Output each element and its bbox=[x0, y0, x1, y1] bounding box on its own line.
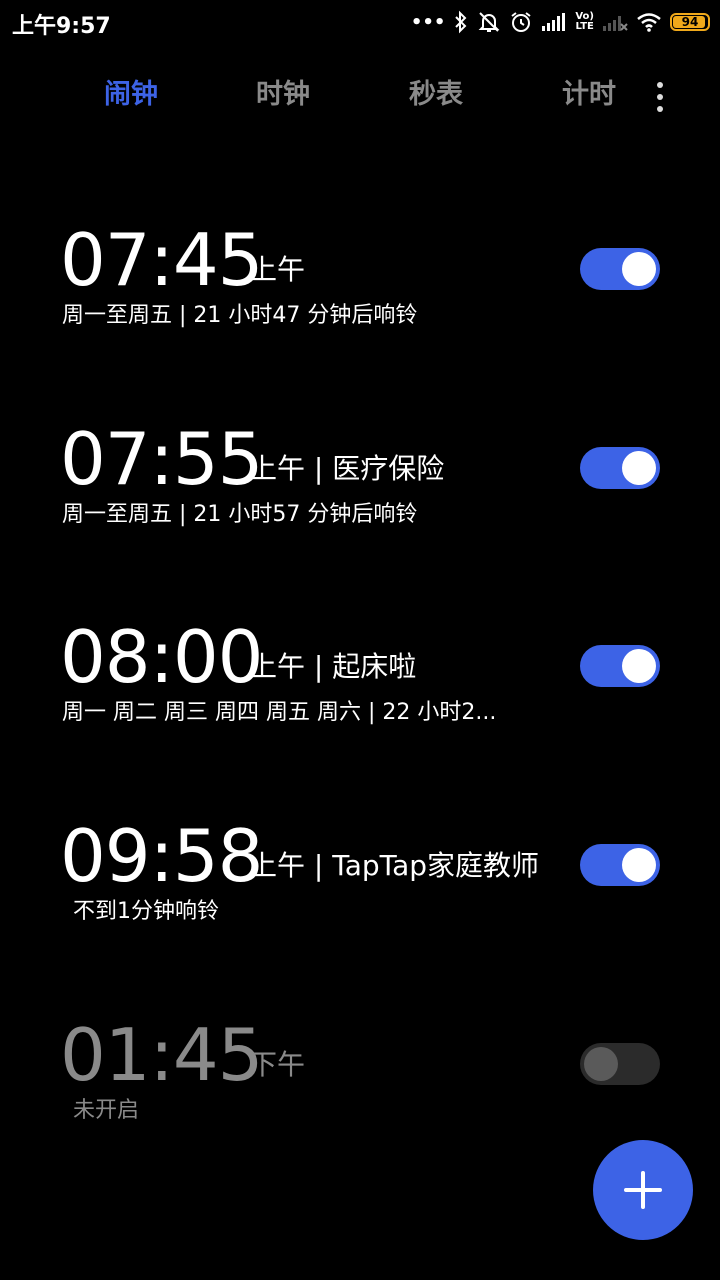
more-notifications-dots: ••• bbox=[410, 11, 446, 33]
alarm-item[interactable]: 07:45 上午 周一至周五 | 21 小时47 分钟后响铃 bbox=[0, 220, 720, 370]
alarm-repeat-info: 周一至周五 | 21 小时47 分钟后响铃 bbox=[62, 303, 418, 328]
alarm-item[interactable]: 01:45 下午 未开启 bbox=[0, 1015, 720, 1165]
alarm-toggle[interactable] bbox=[580, 645, 660, 687]
tab-alarm[interactable]: 闹钟 bbox=[81, 72, 181, 111]
alarm-item[interactable]: 09:58 上午 | TapTap家庭教师 不到1分钟响铃 bbox=[0, 816, 720, 966]
alarm-toggle[interactable] bbox=[580, 844, 660, 886]
alarm-time: 09:58 bbox=[60, 814, 263, 898]
add-alarm-button[interactable] bbox=[593, 1140, 693, 1240]
plus-icon bbox=[624, 1171, 662, 1209]
alarm-period-label: 上午 | TapTap家庭教师 bbox=[249, 849, 540, 882]
alarm-period-label: 上午 | 医疗保险 bbox=[249, 452, 445, 485]
alarm-time: 07:45 bbox=[60, 218, 263, 302]
toggle-knob bbox=[622, 848, 656, 882]
toggle-knob bbox=[622, 649, 656, 683]
alarm-time: 07:55 bbox=[60, 417, 263, 501]
battery-icon: 94 bbox=[670, 13, 710, 31]
tab-clock[interactable]: 时钟 bbox=[233, 72, 333, 111]
status-icons: ••• Vo) LTE 94 bbox=[411, 6, 710, 38]
tab-timer[interactable]: 计时 bbox=[539, 72, 639, 111]
alarm-time: 01:45 bbox=[60, 1013, 263, 1097]
alarm-period-label: 上午 | 起床啦 bbox=[249, 650, 417, 683]
alarm-period-label: 下午 bbox=[249, 1048, 306, 1081]
bell-off-icon bbox=[477, 10, 501, 34]
wifi-icon bbox=[636, 12, 662, 32]
alarm-repeat-info: 周一至周五 | 21 小时57 分钟后响铃 bbox=[62, 502, 418, 527]
alarm-repeat-info: 周一 周二 周三 周四 周五 周六 | 22 小时2... bbox=[62, 700, 497, 725]
more-options-icon[interactable] bbox=[644, 78, 676, 118]
alarm-toggle[interactable] bbox=[580, 447, 660, 489]
alarm-item[interactable]: 08:00 上午 | 起床啦 周一 周二 周三 周四 周五 周六 | 22 小时… bbox=[0, 617, 720, 767]
volte-icon: Vo) LTE bbox=[575, 11, 594, 32]
alarm-toggle[interactable] bbox=[580, 1043, 660, 1085]
battery-level: 94 bbox=[681, 15, 699, 29]
alarm-clock-icon bbox=[509, 10, 533, 34]
alarm-toggle[interactable] bbox=[580, 248, 660, 290]
alarm-item[interactable]: 07:55 上午 | 医疗保险 周一至周五 | 21 小时57 分钟后响铃 bbox=[0, 419, 720, 569]
toggle-knob bbox=[622, 451, 656, 485]
status-bar: 上午9:57 ••• Vo) LTE 94 bbox=[0, 0, 720, 44]
toggle-knob bbox=[622, 252, 656, 286]
tab-stopwatch[interactable]: 秒表 bbox=[386, 72, 486, 111]
signal-no-service-icon bbox=[602, 12, 628, 32]
alarm-time: 08:00 bbox=[60, 615, 263, 699]
tab-bar: 闹钟 时钟 秒表 计时 bbox=[0, 72, 720, 122]
status-time: 上午9:57 bbox=[12, 14, 111, 39]
alarm-repeat-info: 不到1分钟响铃 bbox=[73, 899, 219, 924]
signal-icon bbox=[541, 12, 567, 32]
alarm-repeat-info: 未开启 bbox=[73, 1098, 140, 1123]
alarm-period-label: 上午 bbox=[249, 253, 306, 286]
bluetooth-icon bbox=[453, 10, 469, 34]
toggle-knob bbox=[584, 1047, 618, 1081]
